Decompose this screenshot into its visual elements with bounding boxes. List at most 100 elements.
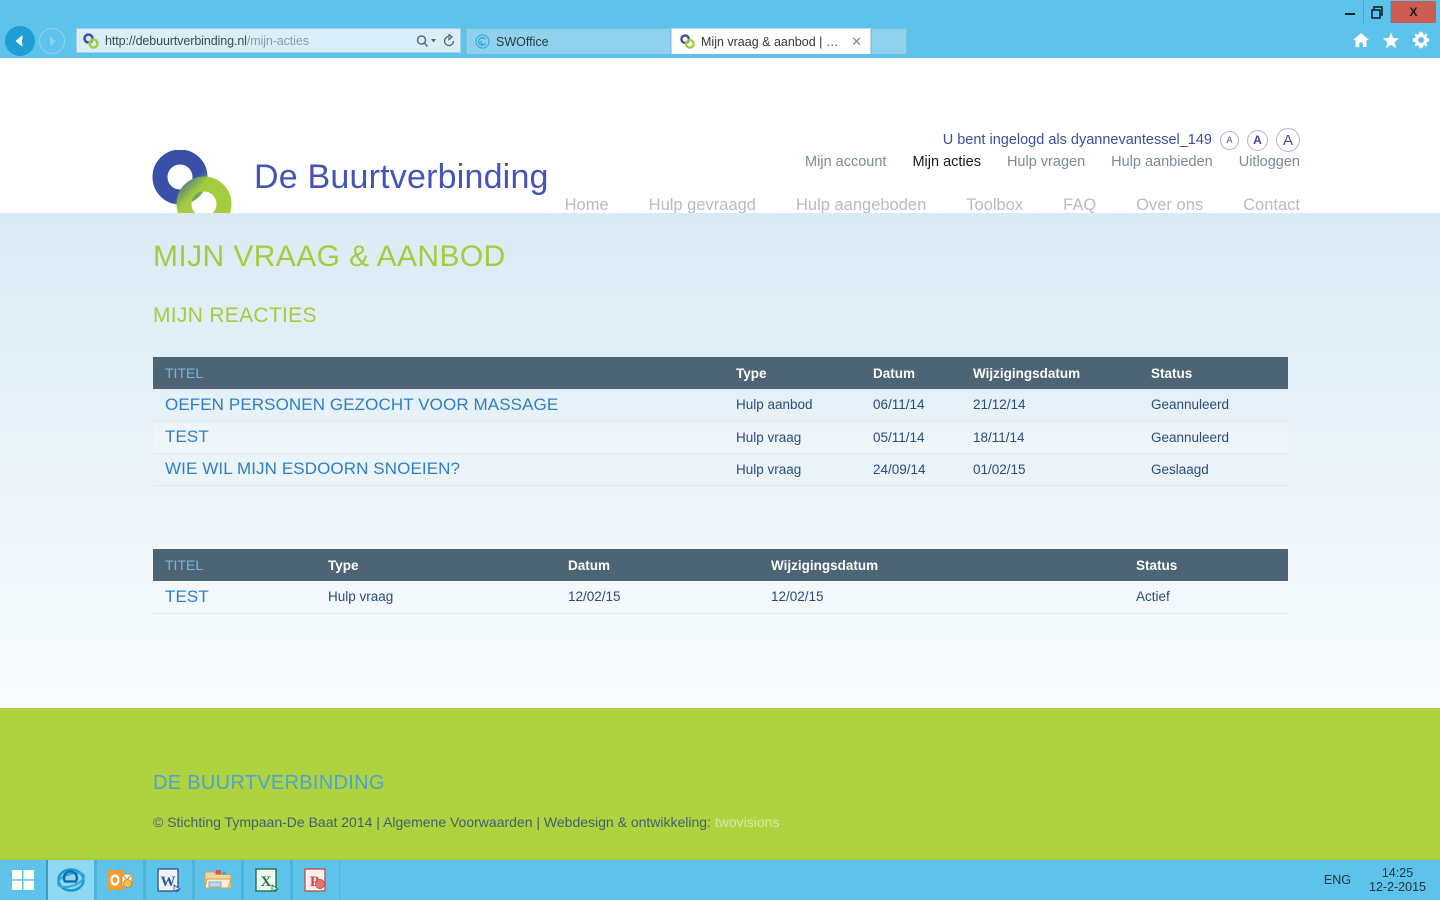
footer-title: DE BUURTVERBINDING xyxy=(153,772,385,794)
footer-link-twovisions[interactable]: twovisions xyxy=(715,814,780,830)
usernav-item-hulp-vragen[interactable]: Hulp vragen xyxy=(1007,154,1085,170)
start-button[interactable] xyxy=(0,860,48,900)
column-header-type[interactable]: Type xyxy=(328,549,568,581)
taskbar-internet-explorer[interactable] xyxy=(48,860,95,900)
taskbar-powerpoint[interactable]: P xyxy=(293,860,340,900)
tab-mijn-vraag-aanbod[interactable]: Mijn vraag & aanbod | De B... ✕ xyxy=(671,28,871,54)
tray-clock[interactable]: 14:25 12-2-2015 xyxy=(1369,866,1426,894)
page-title: MIJN VRAAG & AANBOD xyxy=(153,240,506,273)
font-size-small-button[interactable]: A xyxy=(1220,130,1239,150)
address-bar[interactable]: http://debuurtverbinding.nl/mijn-acties xyxy=(76,28,461,53)
site-footer: DE BUURTVERBINDING © Stichting Tympaan-D… xyxy=(0,708,1440,858)
column-header-datum[interactable]: Datum xyxy=(873,357,973,389)
cell-titel[interactable]: TEST xyxy=(153,421,736,453)
footer-copyright: © Stichting Tympaan-De Baat 2014 xyxy=(153,814,373,830)
settings-gear-icon[interactable] xyxy=(1412,31,1430,49)
url-text: http://debuurtverbinding.nl/mijn-acties xyxy=(105,34,412,48)
user-nav: Mijn account Mijn acties Hulp vragen Hul… xyxy=(805,154,1300,170)
main-content: MIJN VRAAG & AANBOD MIJN REACTIES TITEL … xyxy=(0,213,1440,708)
tray-language[interactable]: ENG xyxy=(1324,873,1351,887)
back-button[interactable] xyxy=(5,26,35,56)
url-host: http://debuurtverbinding.nl xyxy=(105,33,247,48)
table-row[interactable]: TEST Hulp vraag 12/02/15 12/02/15 Actief xyxy=(153,581,1288,613)
column-header-type[interactable]: Type xyxy=(736,357,873,389)
taskbar-excel[interactable]: X xyxy=(244,860,291,900)
site-favicon-icon xyxy=(83,32,99,49)
taskbar-file-explorer[interactable] xyxy=(195,860,242,900)
restore-button[interactable] xyxy=(1363,1,1390,23)
usernav-item-mijn-acties[interactable]: Mijn acties xyxy=(912,154,981,170)
taskbar-outlook[interactable] xyxy=(97,860,144,900)
footer-credit-label: Webdesign & ontwikkeling xyxy=(543,814,708,830)
svg-text:W: W xyxy=(161,874,176,890)
new-tab-button[interactable] xyxy=(871,28,907,54)
column-header-titel[interactable]: TITEL xyxy=(153,357,736,389)
table-header: TITEL Type Datum Wijzigingsdatum Status xyxy=(153,357,1288,389)
tab-label: Mijn vraag & aanbod | De B... xyxy=(701,34,845,49)
usernav-item-hulp-aanbieden[interactable]: Hulp aanbieden xyxy=(1111,154,1213,170)
browser-chrome: X http://debuurtverbinding.nl/mijn-actie… xyxy=(0,0,1440,58)
table-header: TITEL Type Datum Wijzigingsdatum Status xyxy=(153,549,1288,581)
taskbar-word[interactable]: W xyxy=(146,860,193,900)
footer-sep-2: | xyxy=(532,814,544,830)
cell-datum: 05/11/14 xyxy=(873,429,925,445)
search-icon[interactable] xyxy=(416,34,438,48)
window-controls: X xyxy=(1336,1,1436,23)
login-status-text: U bent ingelogd als dyannevantessel_149 xyxy=(942,132,1212,148)
cell-status: Actief xyxy=(1136,589,1170,605)
table-mijn-reacties: TITEL Type Datum Wijzigingsdatum Status … xyxy=(153,357,1288,486)
url-path: /mijn-acties xyxy=(246,33,309,48)
table-row[interactable]: TEST Hulp vraag 05/11/14 18/11/14 Geannu… xyxy=(153,421,1288,453)
close-button[interactable]: X xyxy=(1390,1,1436,23)
forward-button[interactable] xyxy=(39,28,65,54)
swoffice-spiral-icon xyxy=(475,34,490,49)
minimize-button[interactable] xyxy=(1336,1,1363,23)
section-title-mijn-reacties: MIJN REACTIES xyxy=(153,304,317,327)
cell-wijzigingsdatum: 12/02/15 xyxy=(771,589,824,605)
close-tab-icon[interactable]: ✕ xyxy=(851,34,862,50)
cell-titel[interactable]: OEFEN PERSONEN GEZOCHT VOOR MASSAGE xyxy=(153,389,736,421)
font-size-medium-button[interactable]: A xyxy=(1247,129,1268,151)
table-header-row: TITEL Type Datum Wijzigingsdatum Status xyxy=(153,549,1288,581)
table-mijn-acties: TITEL Type Datum Wijzigingsdatum Status … xyxy=(153,549,1288,614)
usernav-item-uitloggen[interactable]: Uitloggen xyxy=(1239,154,1300,170)
home-icon[interactable] xyxy=(1352,32,1370,48)
tab-swoffice[interactable]: SWOffice xyxy=(466,28,671,54)
column-header-status[interactable]: Status xyxy=(1151,357,1288,389)
tab-strip: SWOffice Mijn vraag & aanbod | De B... ✕ xyxy=(466,28,907,54)
column-header-titel[interactable]: TITEL xyxy=(153,549,328,581)
column-header-status[interactable]: Status xyxy=(1136,549,1288,581)
cell-titel[interactable]: WIE WIL MIJN ESDOORN SNOEIEN? xyxy=(153,453,736,485)
refresh-icon[interactable] xyxy=(442,33,456,48)
cell-status: Geslaagd xyxy=(1151,461,1209,477)
login-status-bar: U bent ingelogd als dyannevantessel_149 … xyxy=(943,128,1300,152)
favorites-star-icon[interactable] xyxy=(1382,32,1400,49)
system-tray: ENG 14:25 12-2-2015 xyxy=(1324,860,1440,900)
cell-status: Geannuleerd xyxy=(1151,397,1230,413)
table-row[interactable]: WIE WIL MIJN ESDOORN SNOEIEN? Hulp vraag… xyxy=(153,453,1288,485)
usernav-item-mijn-account[interactable]: Mijn account xyxy=(805,154,886,170)
table-row[interactable]: OEFEN PERSONEN GEZOCHT VOOR MASSAGE Hulp… xyxy=(153,389,1288,421)
footer-link-voorwaarden[interactable]: Algemene Voorwaarden xyxy=(383,814,532,830)
footer-sep-1: | xyxy=(372,814,384,830)
site-logo-icon xyxy=(680,34,695,49)
cell-datum: 06/11/14 xyxy=(873,397,925,413)
cell-datum: 24/09/14 xyxy=(873,461,926,477)
cell-titel[interactable]: TEST xyxy=(153,581,328,613)
site-header: De Buurtverbinding U bent ingelogd als d… xyxy=(0,58,1440,232)
font-size-large-button[interactable]: A xyxy=(1276,128,1300,152)
page-viewport: De Buurtverbinding U bent ingelogd als d… xyxy=(0,58,1440,858)
footer-colon: : xyxy=(707,814,715,830)
cell-status: Geannuleerd xyxy=(1151,429,1230,445)
cell-wijzigingsdatum: 18/11/14 xyxy=(973,429,1025,445)
column-header-wijzigingsdatum[interactable]: Wijzigingsdatum xyxy=(973,357,1151,389)
svg-text:X: X xyxy=(261,874,272,890)
column-header-wijzigingsdatum[interactable]: Wijzigingsdatum xyxy=(771,549,1136,581)
cell-type: Hulp vraag xyxy=(736,461,802,477)
column-header-datum[interactable]: Datum xyxy=(568,549,771,581)
cell-wijzigingsdatum: 21/12/14 xyxy=(973,397,1026,413)
cell-type: Hulp aanbod xyxy=(736,397,813,413)
footer-legal-line: © Stichting Tympaan-De Baat 2014 | Algem… xyxy=(153,814,779,830)
tab-label: SWOffice xyxy=(496,34,549,49)
page-brand-title: De Buurtverbinding xyxy=(254,158,549,196)
